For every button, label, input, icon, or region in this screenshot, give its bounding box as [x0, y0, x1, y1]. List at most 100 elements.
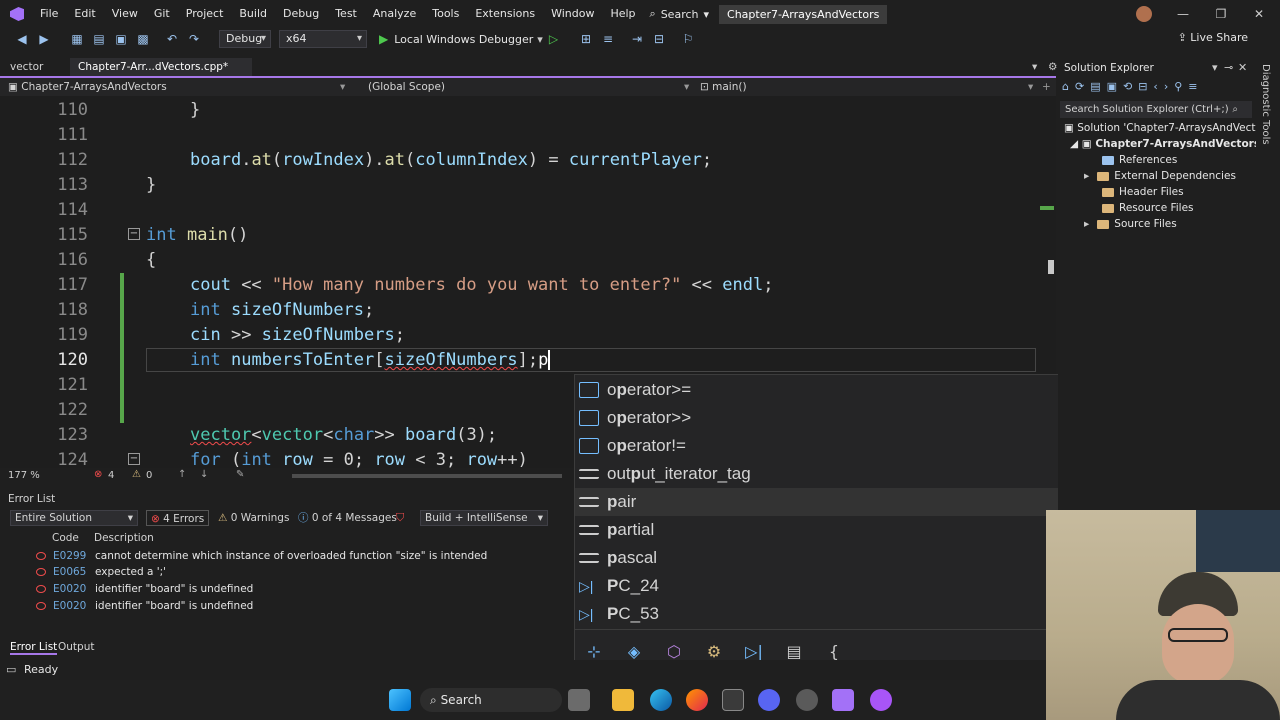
file-explorer-icon[interactable]	[612, 689, 634, 711]
tree-item-external-dependencies[interactable]: ▸ External Dependencies	[1084, 168, 1236, 184]
class-filter-icon[interactable]: ⬡	[663, 642, 685, 662]
menu-extensions[interactable]: Extensions	[467, 0, 543, 28]
undo-icon[interactable]: ↶	[164, 31, 180, 47]
close-icon[interactable]: ✕	[1236, 0, 1280, 28]
brush-icon[interactable]: ✎	[236, 469, 244, 480]
table-row[interactable]: E0065 expected a ';'	[36, 564, 166, 580]
scope-select[interactable]: Entire Solution ▾	[10, 510, 138, 526]
member-selector[interactable]: ⊡ main()	[700, 78, 747, 96]
macro-filter-icon[interactable]: ▷|	[743, 642, 765, 662]
menu-analyze[interactable]: Analyze	[365, 0, 424, 28]
save-all-icon[interactable]: ▩	[135, 31, 151, 47]
platform-select[interactable]: x64	[279, 30, 367, 48]
visual-studio-icon[interactable]	[832, 689, 854, 711]
chevron-down-icon[interactable]: ▾	[1212, 61, 1218, 74]
menu-help[interactable]: Help	[602, 0, 643, 28]
scope-selector[interactable]: (Global Scope)	[368, 78, 445, 96]
collapse-icon[interactable]: −	[128, 228, 140, 240]
tree-item-header-files[interactable]: Header Files	[1102, 184, 1184, 200]
collapse-icon[interactable]: −	[128, 453, 140, 465]
save-icon[interactable]: ▣	[113, 31, 129, 47]
tab-vector[interactable]: vector	[2, 58, 51, 76]
messages-filter-button[interactable]: ⓘ 0 of 4 Messages	[294, 510, 401, 526]
horizontal-scrollbar-thumb[interactable]	[292, 474, 562, 478]
expand-icon[interactable]: ▸	[1084, 218, 1089, 230]
menu-git[interactable]: Git	[146, 0, 178, 28]
step-icon[interactable]: ⇥	[629, 31, 645, 47]
table-row[interactable]: E0020 identifier "board" is undefined	[36, 598, 253, 614]
configuration-select[interactable]: Debug	[219, 30, 271, 48]
menu-project[interactable]: Project	[178, 0, 232, 28]
tree-solution-node[interactable]: ▣ Solution 'Chapter7-ArraysAndVectors	[1064, 120, 1272, 136]
search-menu[interactable]: ⌕ Search ▾	[650, 0, 710, 28]
open-icon[interactable]: ▤	[91, 31, 107, 47]
column-header-description[interactable]: Description	[94, 532, 154, 544]
browse-icon[interactable]: ⊞	[578, 31, 594, 47]
chevron-down-icon[interactable]: ▾	[684, 78, 689, 96]
warning-count[interactable]: 0	[146, 470, 152, 481]
taskbar-search[interactable]: ⌕ Search	[420, 688, 562, 712]
down-arrow-icon[interactable]: ↓	[200, 469, 208, 480]
chevron-down-icon[interactable]: ▾	[1028, 78, 1033, 96]
task-view-icon[interactable]	[568, 689, 590, 711]
forward-icon[interactable]: ▶	[36, 31, 52, 47]
solution-search-input[interactable]: Search Solution Explorer (Ctrl+;) ⌕	[1060, 101, 1252, 118]
firefox-icon[interactable]	[686, 689, 708, 711]
template-filter-icon[interactable]: ▤	[783, 642, 805, 662]
tree-item-resource-files[interactable]: Resource Files	[1102, 200, 1194, 216]
menu-test[interactable]: Test	[327, 0, 365, 28]
menu-build[interactable]: Build	[231, 0, 275, 28]
project-selector[interactable]: ▣ Chapter7-ArraysAndVectors	[8, 78, 167, 96]
menu-edit[interactable]: Edit	[66, 0, 103, 28]
warnings-filter-button[interactable]: ⚠ 0 Warnings	[214, 510, 293, 526]
tree-project-node[interactable]: ◢ ▣ Chapter7-ArraysAndVectors	[1070, 136, 1260, 152]
redo-icon[interactable]: ↷	[186, 31, 202, 47]
solution-toolbar[interactable]: ⌂⟳▤▣⟲⊟‹›⚲≡	[1062, 80, 1252, 96]
menu-file[interactable]: File	[32, 0, 66, 28]
tree-item-references[interactable]: References	[1102, 152, 1177, 168]
tree-item-source-files[interactable]: ▸ Source Files	[1084, 216, 1177, 232]
discord-icon[interactable]	[758, 689, 780, 711]
struct-filter-icon[interactable]: ⚙	[703, 642, 725, 662]
build-filter-select[interactable]: Build + IntelliSense ▾	[420, 510, 548, 526]
expand-filter-icon[interactable]: ⊹	[583, 642, 605, 662]
breakpoint-icon[interactable]: ⊟	[651, 31, 667, 47]
tab-main-cpp[interactable]: Chapter7-Arr...dVectors.cpp* ⊸ ✕	[70, 58, 252, 91]
close-icon[interactable]: ✕	[1238, 61, 1247, 74]
chevron-down-icon[interactable]: ▾	[340, 78, 345, 96]
settings-icon[interactable]	[796, 689, 818, 711]
start-without-debugging-icon[interactable]: ▷	[549, 32, 558, 46]
tab-output[interactable]: Output	[58, 641, 94, 653]
menu-view[interactable]: View	[104, 0, 146, 28]
format-icon[interactable]: ≡	[600, 31, 616, 47]
tab-error-list[interactable]: Error List	[10, 641, 58, 655]
live-share-button[interactable]: ⇪ Live Share	[1178, 31, 1248, 44]
table-row[interactable]: E0020 identifier "board" is undefined	[36, 581, 253, 597]
menu-window[interactable]: Window	[543, 0, 602, 28]
bookmark-icon[interactable]: ⚐	[680, 31, 696, 47]
zoom-level[interactable]: 177 %	[8, 470, 40, 481]
expand-icon[interactable]: ▸	[1084, 170, 1089, 182]
menu-tools[interactable]: Tools	[424, 0, 467, 28]
vertical-scrollbar-thumb[interactable]	[1048, 260, 1054, 274]
error-count[interactable]: 4	[108, 470, 114, 481]
windows-start-icon[interactable]	[389, 689, 411, 711]
start-debugger-button[interactable]: Local Windows Debugger	[394, 33, 533, 46]
clear-filter-icon[interactable]: ⛉	[396, 511, 404, 525]
back-icon[interactable]: ◀	[14, 31, 30, 47]
github-desktop-icon[interactable]	[870, 689, 892, 711]
errors-filter-button[interactable]: ⊗ 4 Errors	[146, 510, 210, 526]
pin-icon[interactable]: ⊸	[1224, 61, 1233, 74]
new-project-icon[interactable]: ▦	[69, 31, 85, 47]
terminal-icon[interactable]	[722, 689, 744, 711]
up-arrow-icon[interactable]: ↑	[178, 469, 186, 480]
braces-filter-icon[interactable]: { }	[823, 642, 845, 680]
column-header-code[interactable]: Code	[52, 532, 79, 544]
table-row[interactable]: E0299 cannot determine which instance of …	[36, 548, 487, 564]
menu-debug[interactable]: Debug	[275, 0, 327, 28]
namespace-filter-icon[interactable]: ◈	[623, 642, 645, 662]
split-icon[interactable]: +	[1042, 78, 1051, 96]
play-icon[interactable]: ▶	[379, 32, 388, 46]
edge-icon[interactable]	[650, 689, 672, 711]
chevron-down-icon[interactable]: ▾	[537, 33, 543, 46]
